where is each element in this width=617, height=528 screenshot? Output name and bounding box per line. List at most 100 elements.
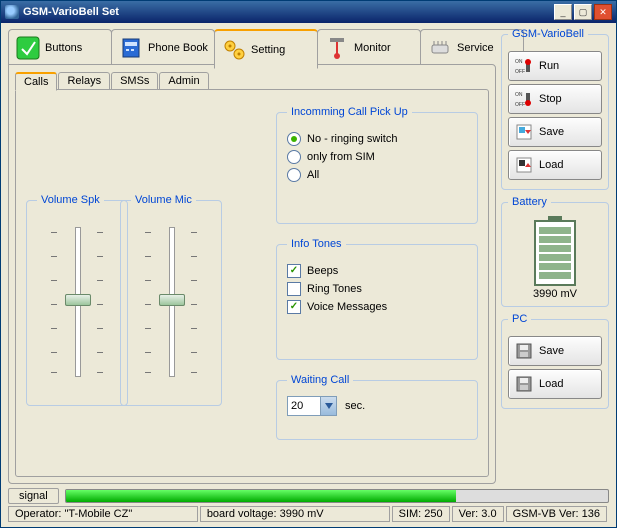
button-label: Save	[539, 345, 564, 357]
stop-button[interactable]: ON OFF Stop	[508, 84, 602, 114]
signal-bar	[65, 489, 609, 503]
status-operator: Operator: "T-Mobile CZ"	[8, 506, 198, 522]
incoming-call-group: Incomming Call Pick Up No - ringing swit…	[276, 106, 478, 224]
save-icon	[515, 123, 533, 141]
svg-text:ON: ON	[515, 59, 523, 65]
checkbox-label: Beeps	[307, 265, 338, 277]
radio-label: All	[307, 169, 319, 181]
radio-icon	[287, 168, 301, 182]
subtab-label: Relays	[67, 75, 101, 87]
radio-label: only from SIM	[307, 151, 375, 163]
incoming-opt-all[interactable]: All	[287, 168, 467, 182]
sub-tab-strip: Calls Relays SMSs Admin	[15, 71, 210, 90]
incoming-opt-no[interactable]: No - ringing switch	[287, 132, 467, 146]
button-label: Load	[539, 159, 563, 171]
phonebook-icon	[118, 35, 144, 61]
signal-fill	[66, 490, 456, 502]
run-button[interactable]: ON OFF Run	[508, 51, 602, 81]
main-tab-strip: Buttons Phone Book Setting Monitor	[8, 28, 494, 66]
setting-icon	[221, 37, 247, 63]
button-label: Load	[539, 378, 563, 390]
tab-label: Monitor	[354, 42, 391, 54]
info-voice[interactable]: ✓ Voice Messages	[287, 300, 467, 314]
gsm-save-button[interactable]: Save	[508, 117, 602, 147]
volume-spk-slider[interactable]	[37, 222, 117, 382]
chevron-down-icon	[320, 397, 336, 415]
right-panel: GSM-VarioBell ONOFF Run ONOFF Stop	[501, 28, 609, 484]
tab-label: Buttons	[45, 42, 82, 54]
pc-load-button[interactable]: Load	[508, 369, 602, 399]
subtab-label: Admin	[168, 75, 199, 87]
pc-legend: PC	[508, 313, 531, 325]
volume-spk-legend: Volume Spk	[37, 194, 104, 206]
radio-icon	[287, 132, 301, 146]
signal-label: signal	[8, 488, 59, 504]
pc-save-button[interactable]: Save	[508, 336, 602, 366]
minimize-button[interactable]: _	[554, 4, 572, 20]
status-gsmvbver: GSM-VB Ver: 136	[506, 506, 607, 522]
waiting-select[interactable]: 20	[287, 396, 337, 416]
button-label: Save	[539, 126, 564, 138]
svg-text:ON: ON	[515, 92, 523, 98]
radio-icon	[287, 150, 301, 164]
floppy-save-icon	[515, 342, 533, 360]
calls-panel: Volume Spk Volume Mic	[15, 89, 489, 477]
app-window: GSM-VarioBell Set _ ▢ ✕ Buttons Phone Bo…	[0, 0, 617, 528]
button-label: Run	[539, 60, 559, 72]
title-bar: GSM-VarioBell Set _ ▢ ✕	[1, 1, 616, 23]
app-icon	[5, 5, 19, 19]
checkbox-icon: ✓	[287, 264, 301, 278]
maximize-button[interactable]: ▢	[574, 4, 592, 20]
battery-group: Battery 3990 mV	[501, 196, 609, 307]
subtab-label: Calls	[24, 76, 48, 88]
status-ver: Ver: 3.0	[452, 506, 504, 522]
monitor-icon	[324, 35, 350, 61]
radio-label: No - ringing switch	[307, 133, 397, 145]
status-bar: signal Operator: "T-Mobile CZ" board vol…	[8, 488, 609, 522]
volume-mic-slider[interactable]	[131, 222, 211, 382]
pc-group: PC Save Load	[501, 313, 609, 409]
window-title: GSM-VarioBell Set	[23, 6, 552, 18]
tab-phonebook[interactable]: Phone Book	[111, 29, 215, 66]
volume-spk-group: Volume Spk	[26, 194, 128, 406]
floppy-load-icon	[515, 375, 533, 393]
status-boardvolt: board voltage: 3990 mV	[200, 506, 390, 522]
waiting-value: 20	[288, 400, 320, 412]
info-tones-group: Info Tones ✓ Beeps ✓ Ring Tones ✓ Voice …	[276, 238, 478, 360]
tab-buttons[interactable]: Buttons	[8, 29, 112, 66]
tab-label: Setting	[251, 44, 285, 56]
tab-label: Service	[457, 42, 494, 54]
subtab-calls[interactable]: Calls	[15, 72, 57, 91]
gsm-variobell-group: GSM-VarioBell ONOFF Run ONOFF Stop	[501, 28, 609, 190]
service-icon	[427, 35, 453, 61]
info-beeps[interactable]: ✓ Beeps	[287, 264, 467, 278]
info-ring[interactable]: ✓ Ring Tones	[287, 282, 467, 296]
load-icon	[515, 156, 533, 174]
info-tones-legend: Info Tones	[287, 238, 346, 250]
svg-text:OFF: OFF	[515, 69, 525, 75]
incoming-legend: Incomming Call Pick Up	[287, 106, 412, 118]
close-button[interactable]: ✕	[594, 4, 612, 20]
checkbox-icon: ✓	[287, 282, 301, 296]
buttons-icon	[15, 35, 41, 61]
svg-text:OFF: OFF	[515, 102, 525, 108]
waiting-legend: Waiting Call	[287, 374, 353, 386]
volume-mic-legend: Volume Mic	[131, 194, 196, 206]
status-sim: SIM: 250	[392, 506, 450, 522]
waiting-call-group: Waiting Call 20 sec.	[276, 374, 478, 440]
gsm-load-button[interactable]: Load	[508, 150, 602, 180]
checkbox-label: Voice Messages	[307, 301, 387, 313]
switch-on-icon: ON OFF	[515, 57, 533, 75]
incoming-opt-sim[interactable]: only from SIM	[287, 150, 467, 164]
checkbox-icon: ✓	[287, 300, 301, 314]
client-area: Buttons Phone Book Setting Monitor	[4, 26, 613, 524]
switch-off-icon: ON OFF	[515, 90, 533, 108]
tab-setting[interactable]: Setting	[214, 29, 318, 69]
button-label: Stop	[539, 93, 562, 105]
volume-mic-group: Volume Mic	[120, 194, 222, 406]
subtab-label: SMSs	[120, 75, 149, 87]
checkbox-label: Ring Tones	[307, 283, 362, 295]
waiting-unit: sec.	[345, 400, 365, 412]
battery-legend: Battery	[508, 196, 551, 208]
tab-monitor[interactable]: Monitor	[317, 29, 421, 66]
